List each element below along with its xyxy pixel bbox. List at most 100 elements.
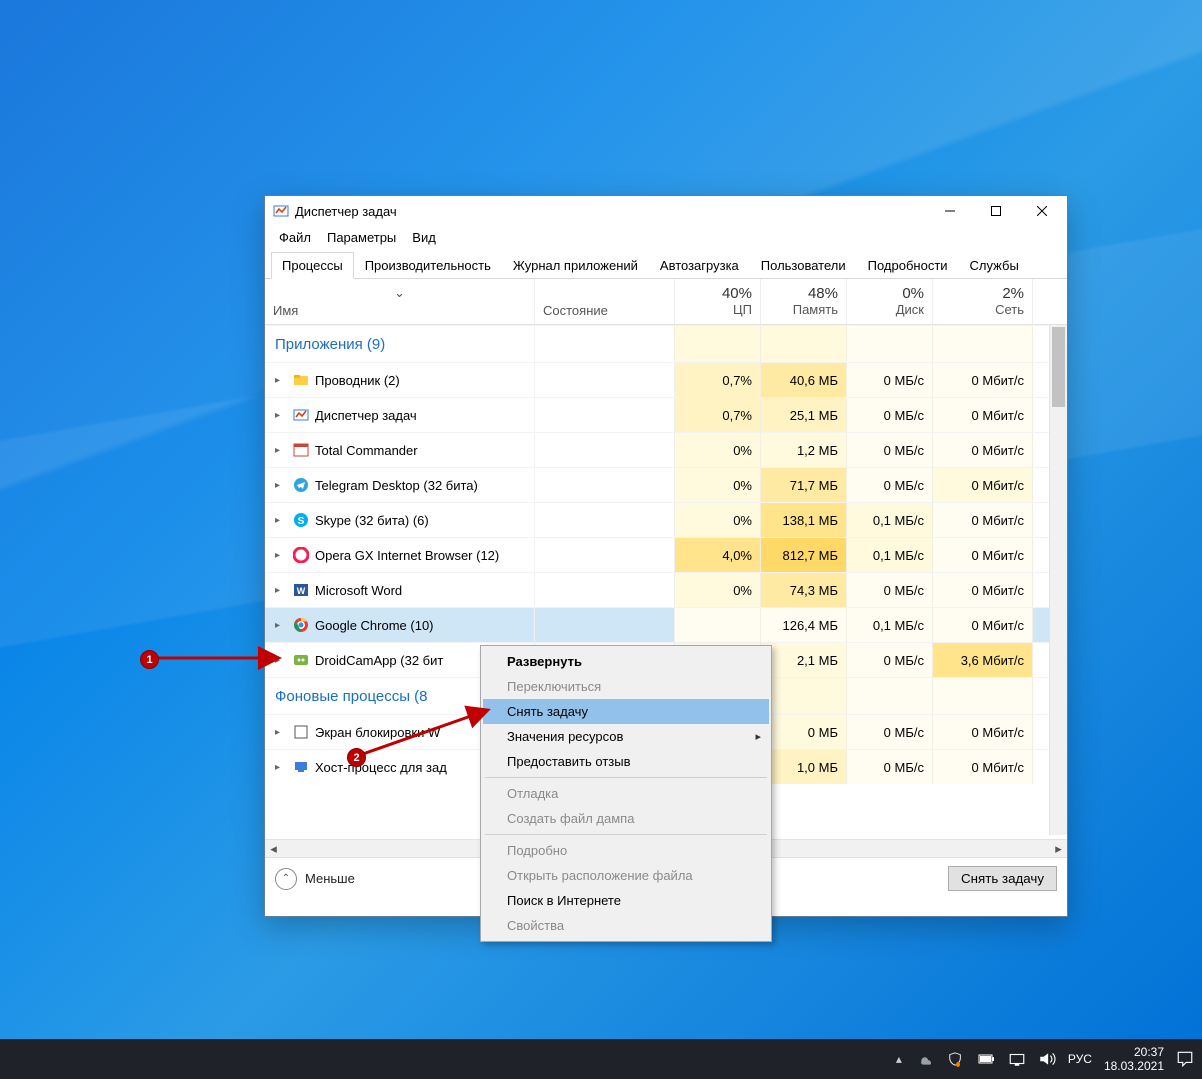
- process-disk-cell: 0,1 МБ/с: [847, 538, 933, 572]
- col-disk[interactable]: 0%Диск: [847, 279, 933, 324]
- process-name: Проводник (2): [315, 373, 400, 388]
- chrome-icon: [293, 617, 309, 633]
- column-headers[interactable]: ⌄ Имя Состояние 40%ЦП 48%Память 0%Диск 2…: [265, 279, 1067, 325]
- minimize-button[interactable]: [927, 196, 973, 226]
- menu-file[interactable]: Файл: [271, 228, 319, 247]
- chevron-right-icon[interactable]: ▸: [275, 480, 287, 491]
- language-indicator[interactable]: РУС: [1068, 1052, 1092, 1066]
- window-title: Диспетчер задач: [295, 204, 927, 219]
- tab-services[interactable]: Службы: [959, 252, 1030, 279]
- col-network[interactable]: 2%Сеть: [933, 279, 1033, 324]
- process-cpu-cell: 0%: [675, 503, 761, 537]
- context-menu-item: Отладка: [483, 781, 769, 806]
- svg-text:S: S: [298, 516, 305, 527]
- process-row[interactable]: ▸ S Skype (32 бита) (6) 0% 138,1 МБ 0,1 …: [265, 502, 1067, 537]
- tray-overflow-icon[interactable]: ▴: [896, 1052, 906, 1066]
- title-bar[interactable]: Диспетчер задач: [265, 196, 1067, 226]
- process-memory-cell: 812,7 МБ: [761, 538, 847, 572]
- folder-icon: [293, 372, 309, 388]
- context-menu-item[interactable]: Предоставить отзыв: [483, 749, 769, 774]
- chevron-right-icon[interactable]: ▸: [275, 515, 287, 526]
- process-network-cell: 0 Мбит/с: [933, 398, 1033, 432]
- menu-separator: [485, 834, 767, 835]
- tab-processes[interactable]: Процессы: [271, 252, 354, 279]
- process-name-cell: ▸ Telegram Desktop (32 бита): [265, 468, 535, 502]
- taskbar-clock[interactable]: 20:37 18.03.2021: [1104, 1045, 1164, 1073]
- host-icon: [293, 759, 309, 775]
- process-network-cell: 0 Мбит/с: [933, 363, 1033, 397]
- process-network-cell: 3,6 Мбит/с: [933, 643, 1033, 677]
- taskbar[interactable]: ▴ РУС 20:37 18.03.2021: [0, 1039, 1202, 1079]
- process-name: Хост-процесс для зад: [315, 760, 447, 775]
- menu-separator: [485, 777, 767, 778]
- volume-icon[interactable]: [1038, 1050, 1056, 1068]
- annotation-arrow-1: [157, 648, 287, 668]
- chevron-right-icon[interactable]: ▸: [275, 550, 287, 561]
- svg-text:W: W: [297, 586, 306, 596]
- process-memory-cell: 126,4 МБ: [761, 608, 847, 642]
- process-network-cell: 0 Мбит/с: [933, 573, 1033, 607]
- process-name-cell: ▸ Opera GX Internet Browser (12): [265, 538, 535, 572]
- chevron-right-icon[interactable]: ▸: [275, 375, 287, 386]
- tab-users[interactable]: Пользователи: [750, 252, 857, 279]
- process-row[interactable]: ▸ Telegram Desktop (32 бита) 0% 71,7 МБ …: [265, 467, 1067, 502]
- tc-icon: [293, 442, 309, 458]
- defender-icon[interactable]: [948, 1050, 966, 1068]
- network-icon[interactable]: [1008, 1050, 1026, 1068]
- process-row[interactable]: ▸ Диспетчер задач 0,7% 25,1 МБ 0 МБ/с 0 …: [265, 397, 1067, 432]
- onedrive-icon[interactable]: [918, 1050, 936, 1068]
- scroll-left-icon[interactable]: ◂: [265, 841, 282, 857]
- context-menu-item[interactable]: Значения ресурсов ▸: [483, 724, 769, 749]
- maximize-button[interactable]: [973, 196, 1019, 226]
- vertical-scrollbar[interactable]: [1049, 325, 1067, 835]
- end-task-button[interactable]: Снять задачу: [948, 866, 1057, 891]
- process-row[interactable]: ▸ Total Commander 0% 1,2 МБ 0 МБ/с 0 Мби…: [265, 432, 1067, 467]
- menu-view[interactable]: Вид: [404, 228, 444, 247]
- process-name-cell: ▸ W Microsoft Word: [265, 573, 535, 607]
- context-menu-item[interactable]: Поиск в Интернете: [483, 888, 769, 913]
- chevron-right-icon[interactable]: ▸: [275, 762, 287, 773]
- process-row[interactable]: ▸ Opera GX Internet Browser (12) 4,0% 81…: [265, 537, 1067, 572]
- action-center-icon[interactable]: [1176, 1050, 1194, 1068]
- process-disk-cell: 0,1 МБ/с: [847, 503, 933, 537]
- process-disk-cell: 0 МБ/с: [847, 750, 933, 784]
- menu-options[interactable]: Параметры: [319, 228, 404, 247]
- menu-bar: Файл Параметры Вид: [265, 226, 1067, 251]
- context-menu-item[interactable]: Развернуть: [483, 649, 769, 674]
- tab-app-history[interactable]: Журнал приложений: [502, 252, 649, 279]
- context-menu-item[interactable]: Снять задачу: [483, 699, 769, 724]
- process-disk-cell: 0 МБ/с: [847, 468, 933, 502]
- chevron-right-icon[interactable]: ▸: [275, 727, 287, 738]
- process-name: Google Chrome (10): [315, 618, 434, 633]
- process-row[interactable]: ▸ W Microsoft Word 0% 74,3 МБ 0 МБ/с 0 М…: [265, 572, 1067, 607]
- annotation-badge-1: 1: [140, 650, 159, 669]
- process-memory-cell: 71,7 МБ: [761, 468, 847, 502]
- col-memory[interactable]: 48%Память: [761, 279, 847, 324]
- process-network-cell: 0 Мбит/с: [933, 468, 1033, 502]
- fewer-details-button[interactable]: ⌃ Меньше: [275, 868, 355, 890]
- tab-startup[interactable]: Автозагрузка: [649, 252, 750, 279]
- col-state[interactable]: Состояние: [535, 279, 675, 324]
- process-row[interactable]: ▸ Google Chrome (10) 126,4 МБ 0,1 МБ/с 0…: [265, 607, 1067, 642]
- col-name[interactable]: ⌄ Имя: [265, 279, 535, 324]
- close-button[interactable]: [1019, 196, 1065, 226]
- tab-details[interactable]: Подробности: [857, 252, 959, 279]
- process-row[interactable]: ▸ Проводник (2) 0,7% 40,6 МБ 0 МБ/с 0 Мб…: [265, 362, 1067, 397]
- process-memory-cell: 25,1 МБ: [761, 398, 847, 432]
- battery-icon[interactable]: [978, 1050, 996, 1068]
- scrollbar-thumb[interactable]: [1052, 327, 1065, 407]
- chevron-right-icon[interactable]: ▸: [275, 410, 287, 421]
- chevron-right-icon[interactable]: ▸: [275, 620, 287, 631]
- droid-icon: [293, 652, 309, 668]
- process-cpu-cell: [675, 608, 761, 642]
- group-apps[interactable]: Приложения (9): [265, 325, 1067, 362]
- chevron-right-icon[interactable]: ▸: [275, 585, 287, 596]
- process-disk-cell: 0 МБ/с: [847, 398, 933, 432]
- col-cpu[interactable]: 40%ЦП: [675, 279, 761, 324]
- chevron-right-icon[interactable]: ▸: [275, 445, 287, 456]
- process-cpu-cell: 0,7%: [675, 398, 761, 432]
- tab-performance[interactable]: Производительность: [354, 252, 502, 279]
- tab-strip: Процессы Производительность Журнал прило…: [265, 251, 1067, 279]
- scroll-right-icon[interactable]: ▸: [1050, 841, 1067, 857]
- process-cpu-cell: 4,0%: [675, 538, 761, 572]
